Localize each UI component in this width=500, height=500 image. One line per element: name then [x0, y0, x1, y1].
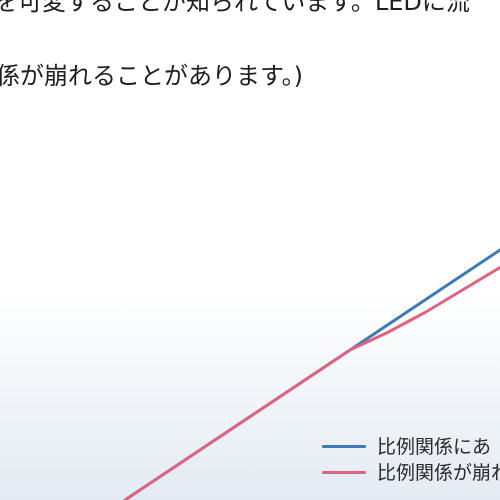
legend-label-deviating: 比例関係が崩れ — [377, 462, 500, 484]
legend-item-proportional: 比例関係にあ — [322, 435, 500, 459]
legend-swatch-pink — [322, 471, 366, 474]
legend-swatch-blue — [322, 445, 366, 448]
line-chart — [123, 248, 500, 500]
slide-page: を可変することが知られています。LEDに流 係が崩れることがあります。) 比例関… — [0, 0, 500, 500]
legend-label-proportional: 比例関係にあ — [377, 436, 492, 458]
legend-item-deviating: 比例関係が崩れ — [322, 461, 500, 485]
